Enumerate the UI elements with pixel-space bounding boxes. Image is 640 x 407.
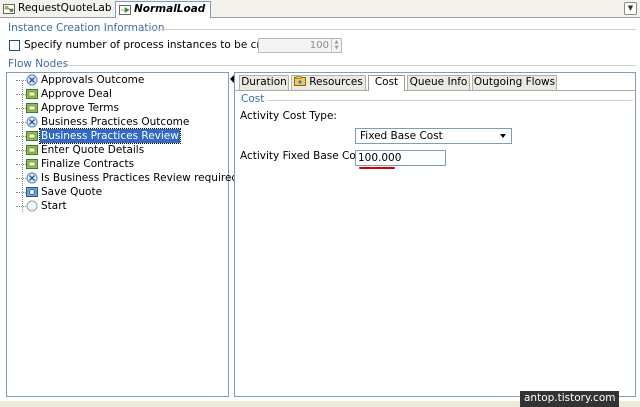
view-menu-button[interactable]: ▼	[624, 2, 637, 15]
flow-nodes-title: Flow Nodes	[8, 58, 69, 70]
editor-tab-request-quote-lab[interactable]: RequestQuoteLab	[0, 1, 118, 18]
task-icon	[26, 159, 38, 169]
tab-duration[interactable]: Duration	[239, 75, 289, 90]
activity-cost-type-value: Fixed Base Cost	[360, 130, 443, 142]
task-icon	[26, 103, 38, 113]
task-icon	[26, 145, 38, 155]
tree-item-selected[interactable]: Business Practices Review	[7, 128, 228, 144]
gateway-icon	[26, 116, 38, 128]
service-task-icon	[26, 187, 38, 197]
spinner-down-icon[interactable]: ▼	[332, 45, 341, 51]
task-icon	[26, 89, 38, 99]
tab-label: Resources	[309, 76, 363, 88]
process-run-icon	[119, 5, 131, 15]
specify-instances-checkbox[interactable]	[9, 40, 20, 51]
tree-item[interactable]: Approve Deal	[7, 87, 228, 101]
task-icon	[26, 131, 38, 141]
tree-item[interactable]: Is Business Practices Review required?	[7, 171, 244, 185]
instance-count-spinner[interactable]: 100 ▲ ▼	[258, 38, 342, 53]
activity-fixed-base-cost-input[interactable]: 100.000	[355, 150, 446, 166]
annotation-underline	[359, 167, 395, 169]
start-event-icon	[26, 200, 38, 212]
cost-section-title: Cost	[241, 93, 265, 105]
instance-count-value: 100	[309, 40, 329, 51]
editor-tab-label: RequestQuoteLab	[18, 2, 112, 14]
tree-item-label: Save Quote	[41, 186, 103, 198]
tab-outgoing-flows[interactable]: Outgoing Flows	[472, 75, 557, 90]
editor-tab-normal-load[interactable]: NormalLoad	[115, 1, 211, 18]
section-divider	[64, 65, 636, 66]
simulation-settings-panel: Instance Creation Information Specify nu…	[0, 18, 640, 407]
tree-item-label: Enter Quote Details	[41, 144, 145, 156]
chevron-down-icon[interactable]	[500, 134, 506, 138]
tree-item-label: Start	[41, 200, 67, 212]
tree-item-label: Approve Deal	[41, 88, 112, 100]
section-divider	[150, 29, 636, 30]
tab-strip-divider	[235, 90, 635, 91]
tree-item-label: Finalize Contracts	[41, 158, 135, 170]
activity-fixed-base-cost-label: Activity Fixed Base Cost:	[240, 150, 369, 162]
tree-item-label: Business Practices Outcome	[41, 116, 190, 128]
tree-item[interactable]: Approve Terms	[7, 101, 228, 115]
activity-fixed-base-cost-value: 100.000	[358, 152, 402, 164]
tree-item[interactable]: Save Quote	[7, 185, 228, 199]
tree-item-label: Approve Terms	[41, 102, 119, 114]
tree-item[interactable]: Business Practices Outcome	[7, 115, 228, 129]
editor-tab-bar: RequestQuoteLab NormalLoad ▼	[0, 0, 640, 18]
tab-label: Outgoing Flows	[473, 76, 556, 88]
tab-label: Queue Info	[409, 76, 468, 88]
chevron-down-icon: ▼	[627, 4, 634, 12]
tree-item-label: Business Practices Review	[39, 128, 181, 144]
spinner-buttons[interactable]: ▲ ▼	[331, 39, 341, 52]
tree-item[interactable]: Enter Quote Details	[7, 143, 228, 157]
tab-queue-info[interactable]: Queue Info	[407, 75, 470, 90]
tree-item-label: Is Business Practices Review required?	[41, 172, 244, 184]
flow-nodes-tree[interactable]: Approvals Outcome Approve Deal Approve T…	[6, 72, 244, 397]
activity-cost-type-label: Activity Cost Type:	[240, 110, 337, 122]
tree-item[interactable]: Start	[7, 199, 228, 213]
process-diagram-icon	[3, 4, 15, 14]
section-divider	[267, 100, 633, 101]
node-detail-panel: Duration Resources Cost Queue Info Outgo…	[234, 72, 636, 397]
tab-label: Duration	[241, 76, 287, 88]
tab-label: Cost	[374, 76, 399, 88]
instance-creation-title: Instance Creation Information	[8, 22, 165, 34]
resources-icon	[294, 76, 307, 86]
site-watermark: antop.tistory.com	[520, 391, 620, 407]
tree-item[interactable]: Finalize Contracts	[7, 157, 228, 171]
specify-instances-label: Specify number of process instances to b…	[24, 39, 291, 51]
gateway-icon	[26, 172, 38, 184]
editor-tab-label: NormalLoad	[134, 3, 206, 15]
activity-cost-type-select[interactable]: Fixed Base Cost	[355, 128, 512, 144]
tab-cost[interactable]: Cost	[368, 75, 405, 91]
tree-item[interactable]: Approvals Outcome	[7, 73, 228, 87]
gateway-icon	[26, 74, 38, 86]
tab-resources[interactable]: Resources	[291, 75, 366, 90]
tree-item-label: Approvals Outcome	[41, 74, 145, 86]
